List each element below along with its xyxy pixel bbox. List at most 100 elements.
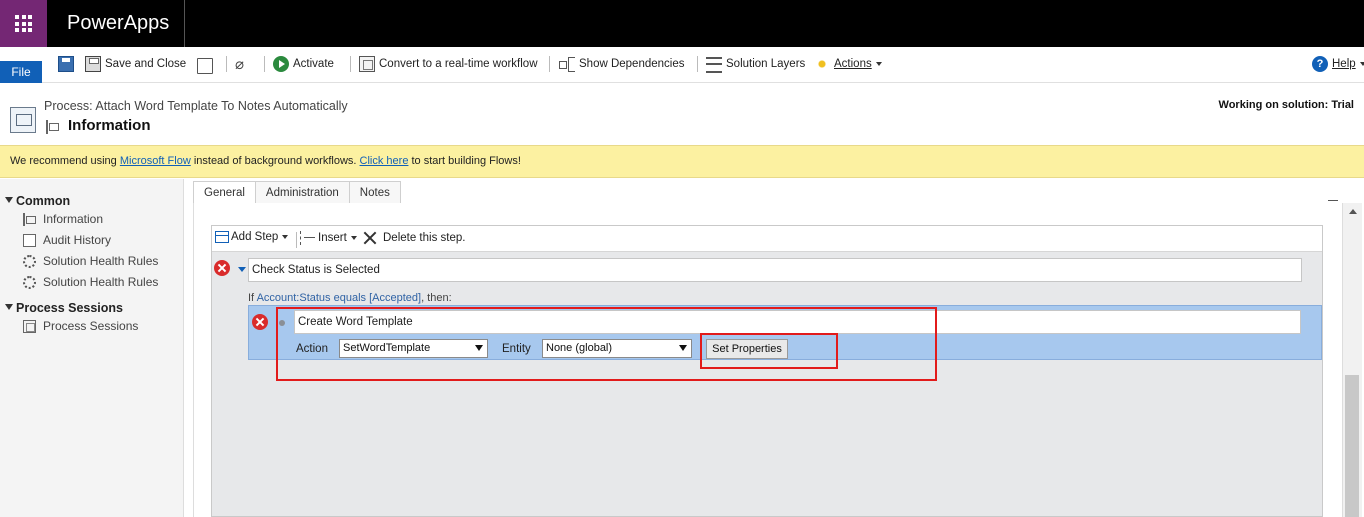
attach-button[interactable]: ⌀: [235, 55, 244, 73]
save-icon: [58, 56, 74, 72]
nav-item-solution-health-rules[interactable]: Solution Health Rules: [23, 275, 158, 289]
separator: [350, 56, 351, 72]
insert-icon: [300, 231, 316, 245]
actions-label: Actions: [834, 58, 872, 70]
help-icon: ?: [1312, 56, 1328, 72]
layers-icon: [706, 57, 722, 73]
print-icon: [197, 58, 213, 74]
show-dependencies-button[interactable]: Show Dependencies: [559, 55, 685, 73]
nav-group-label: Common: [16, 194, 71, 208]
convert-label: Convert to a real-time workflow: [379, 58, 538, 70]
information-icon: [23, 212, 36, 226]
separator: [264, 56, 265, 72]
activate-icon: [273, 56, 289, 72]
information-icon: [46, 120, 59, 134]
nav-group-process-sessions[interactable]: Process Sessions: [5, 301, 123, 315]
tab-general[interactable]: General: [193, 181, 256, 204]
scrollbar-thumb[interactable]: [1345, 375, 1359, 517]
separator: [226, 56, 227, 72]
solution-layers-button[interactable]: Solution Layers: [706, 55, 805, 73]
file-button[interactable]: File: [0, 61, 42, 83]
condition-link[interactable]: Account:Status equals [Accepted]: [257, 292, 422, 304]
vertical-scrollbar[interactable]: [1342, 203, 1362, 517]
nav-item-information[interactable]: Information: [23, 212, 103, 226]
banner-text: to start building Flows!: [408, 155, 521, 167]
delete-icon: [363, 231, 377, 245]
save-and-close-button[interactable]: Save and Close: [85, 55, 186, 73]
left-navigation: Common Information Audit History Solutio…: [0, 179, 184, 517]
collapse-icon: [5, 197, 13, 203]
gear-icon: [23, 254, 36, 268]
chevron-down-icon: [875, 62, 882, 66]
save-and-close-label: Save and Close: [105, 58, 187, 70]
add-step-button[interactable]: Add Step: [215, 231, 289, 243]
actions-menu[interactable]: Actions: [814, 55, 882, 73]
tab-notes[interactable]: Notes: [349, 181, 401, 204]
add-step-icon: [215, 231, 229, 243]
page-title[interactable]: Information: [68, 117, 151, 134]
save-close-icon: [85, 56, 101, 72]
banner-text: instead of background workflows.: [190, 155, 360, 167]
banner-text: We recommend using: [10, 155, 120, 167]
chevron-down-icon: [1359, 62, 1364, 66]
command-bar: File Save and Close ⌀ Activate Convert t…: [0, 47, 1364, 83]
condition-prefix: If: [248, 292, 257, 304]
scroll-marker: [1328, 200, 1338, 201]
nav-item-solution-health-rules[interactable]: Solution Health Rules: [23, 254, 158, 268]
expand-caret-icon[interactable]: [238, 267, 246, 272]
designer-toolbar: Add Step Insert Delete this step.: [212, 226, 1322, 252]
nav-item-label: Audit History: [43, 233, 112, 247]
process-name: Process: Attach Word Template To Notes A…: [44, 99, 348, 113]
highlight-box-set-properties: [700, 333, 838, 369]
paperclip-icon: ⌀: [235, 56, 245, 73]
app-title[interactable]: PowerApps: [47, 0, 185, 47]
form-tabs: General Administration Notes: [193, 181, 401, 204]
nav-item-label: Solution Health Rules: [43, 275, 159, 289]
nav-item-audit-history[interactable]: Audit History: [23, 233, 111, 247]
gear-icon: [23, 275, 36, 289]
audit-history-icon: [23, 233, 36, 247]
nav-item-label: Solution Health Rules: [43, 254, 159, 268]
process-icon: [10, 107, 36, 133]
activate-label: Activate: [293, 58, 334, 70]
delete-step-label: Delete this step.: [383, 232, 466, 244]
nav-group-label: Process Sessions: [16, 301, 124, 315]
error-icon: [214, 260, 230, 276]
scroll-up-icon[interactable]: [1349, 209, 1357, 214]
waffle-icon[interactable]: [0, 0, 47, 47]
process-sessions-icon: [23, 319, 36, 333]
nav-item-label: Process Sessions: [43, 319, 139, 333]
condition-suffix: , then:: [421, 292, 452, 304]
delete-step-button[interactable]: Delete this step.: [363, 231, 465, 245]
convert-realtime-button[interactable]: Convert to a real-time workflow: [359, 55, 538, 73]
click-here-link[interactable]: Click here: [360, 155, 409, 167]
print-button[interactable]: [197, 55, 217, 74]
save-button[interactable]: [58, 55, 78, 73]
chevron-down-icon: [350, 236, 357, 240]
nav-item-label: Information: [43, 212, 104, 226]
chevron-down-icon: [282, 235, 289, 239]
help-menu[interactable]: ? Help: [1312, 55, 1364, 73]
actions-icon: [814, 56, 830, 72]
nav-item-process-sessions[interactable]: Process Sessions: [23, 319, 138, 333]
separator: [549, 56, 550, 72]
separator: [296, 232, 297, 248]
convert-icon: [359, 56, 375, 72]
collapse-icon: [5, 304, 13, 310]
top-bar: PowerApps: [0, 0, 1364, 47]
microsoft-flow-link[interactable]: Microsoft Flow: [120, 155, 191, 167]
insert-button[interactable]: Insert: [300, 231, 357, 245]
show-dependencies-label: Show Dependencies: [579, 58, 685, 70]
solution-layers-label: Solution Layers: [726, 58, 806, 70]
error-icon: [252, 314, 268, 330]
activate-button[interactable]: Activate: [273, 55, 334, 73]
add-step-label: Add Step: [231, 231, 279, 243]
help-label: Help: [1332, 58, 1356, 70]
nav-group-common[interactable]: Common: [5, 194, 70, 208]
tab-administration[interactable]: Administration: [255, 181, 350, 204]
separator: [697, 56, 698, 72]
working-on-solution: Working on solution: Trial: [1218, 99, 1354, 111]
insert-label: Insert: [318, 232, 347, 244]
condition-text: If Account:Status equals [Accepted], the…: [248, 292, 452, 304]
condition-step-name[interactable]: Check Status is Selected: [248, 258, 1302, 282]
